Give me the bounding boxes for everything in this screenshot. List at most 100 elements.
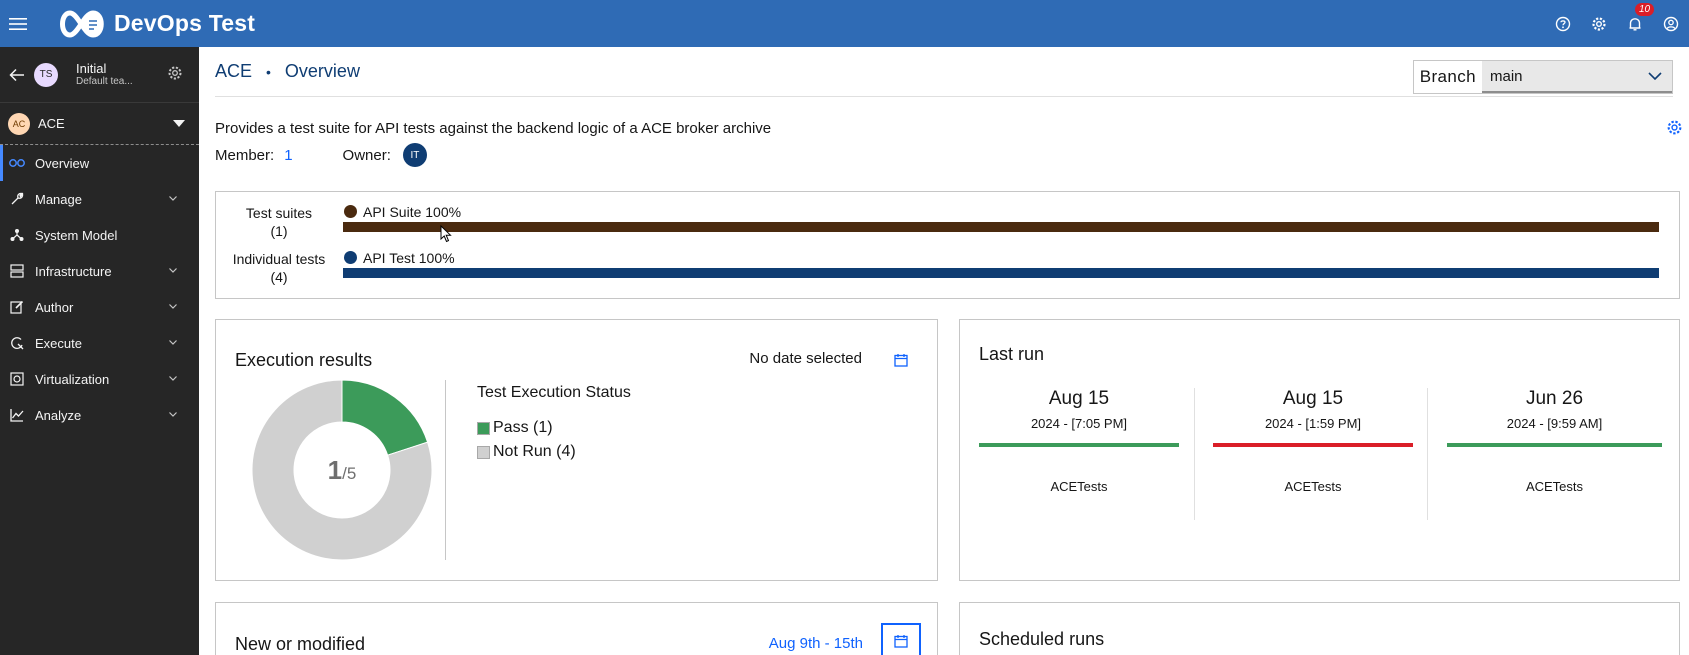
branch-dropdown[interactable]: main <box>1482 61 1672 93</box>
team-settings-icon[interactable] <box>167 65 183 81</box>
calendar-icon[interactable] <box>881 623 921 655</box>
nav-item-manage[interactable]: Manage <box>0 181 199 217</box>
member-count-link[interactable]: 1 <box>284 147 292 164</box>
app-logo[interactable]: DevOps Test <box>56 7 255 41</box>
nav-label: Author <box>35 299 74 315</box>
chevron-down-icon <box>169 340 177 345</box>
top-bar: DevOps Test 10 <box>0 0 1689 47</box>
branch-label: Branch <box>1413 61 1482 93</box>
run-status-bar <box>979 443 1179 447</box>
analyze-icon <box>9 407 25 423</box>
main-content: ACE • Overview Branch main Provides a te… <box>199 47 1689 655</box>
suites-legend-text: API Suite 100% <box>363 204 462 220</box>
nav-item-system-model[interactable]: System Model <box>0 217 199 253</box>
project-name: ACE <box>38 116 65 131</box>
chevron-down-icon <box>169 196 177 201</box>
nav-item-author[interactable]: Author <box>0 289 199 325</box>
legend-swatch <box>477 421 490 435</box>
settings-icon[interactable] <box>1581 0 1617 47</box>
nav-label: Virtualization <box>35 371 110 387</box>
sidebar: TS Initial Default tea... AC ACE Overvie… <box>0 47 199 655</box>
tests-label: Individual tests (4) <box>216 250 342 286</box>
nav-label: Execute <box>35 335 82 351</box>
nav-item-analyze[interactable]: Analyze <box>0 397 199 433</box>
user-profile-icon[interactable] <box>1653 0 1689 47</box>
notification-badge: 10 <box>1635 3 1655 16</box>
model-icon <box>9 227 25 243</box>
divider <box>445 380 446 560</box>
project-settings-icon[interactable] <box>1666 119 1683 136</box>
date-range-link[interactable]: Aug 9th - 15th <box>769 635 863 652</box>
owner-label: Owner: <box>342 146 391 164</box>
notifications-icon[interactable]: 10 <box>1617 0 1655 47</box>
tests-bar-fill[interactable] <box>343 268 1659 278</box>
chevron-down-icon <box>169 376 177 381</box>
nav-label: System Model <box>35 227 118 243</box>
new-modified-card: New or modified Aug 9th - 15th <box>215 602 938 655</box>
breadcrumb-separator: • <box>266 63 271 80</box>
chevron-down-icon <box>169 412 177 417</box>
suites-legend-dot <box>344 205 357 218</box>
suites-label-count: (1) <box>270 223 288 239</box>
back-arrow-icon[interactable] <box>0 68 34 82</box>
owner-avatar[interactable]: IT <box>402 143 427 167</box>
run-item[interactable]: Jun 26 2024 - [9:59 AM] ACETests <box>1447 388 1662 494</box>
nav-item-overview[interactable]: Overview <box>0 145 199 181</box>
suites-label: Test suites (1) <box>216 204 342 240</box>
suites-bar-fill[interactable] <box>343 222 1659 232</box>
new-modified-title: New or modified <box>235 634 366 654</box>
composition-card: Test suites (1) API Suite 100% Individua… <box>215 191 1680 299</box>
run-name: ACETests <box>1525 479 1584 494</box>
nav-label: Analyze <box>35 407 82 423</box>
scheduled-runs-title: Scheduled runs <box>979 629 1105 649</box>
run-time: 2024 - [7:05 PM] <box>1030 416 1128 431</box>
branch-value: main <box>1490 68 1523 85</box>
tests-bar-track <box>343 268 1659 278</box>
project-description: Provides a test suite for API tests agai… <box>215 120 772 137</box>
virtualization-icon <box>9 371 25 387</box>
divider <box>1427 388 1428 520</box>
legend-item-pass[interactable]: Pass (1) <box>477 419 553 437</box>
nav-label: Overview <box>35 155 90 171</box>
run-name: ACETests <box>1050 479 1108 494</box>
tests-label-count: (4) <box>270 269 288 285</box>
infinity-logo-icon <box>60 9 104 38</box>
app-title: DevOps Test <box>114 10 256 36</box>
legend-swatch <box>477 445 490 459</box>
donut-center-number: 1 <box>327 454 343 485</box>
run-time: 2024 - [1:59 PM] <box>1264 416 1362 431</box>
calendar-icon[interactable] <box>881 342 921 378</box>
nav-label: Manage <box>35 191 82 207</box>
scheduled-runs-card: Scheduled runs <box>959 602 1680 655</box>
suites-label-title: Test suites <box>245 205 313 221</box>
infrastructure-icon <box>9 263 25 279</box>
run-item[interactable]: Aug 15 2024 - [7:05 PM] ACETests <box>979 388 1179 494</box>
legend-label: Pass (1) <box>493 419 553 436</box>
nav-item-infrastructure[interactable]: Infrastructure <box>0 253 199 289</box>
tests-legend-dot <box>344 251 357 264</box>
nav-label: Infrastructure <box>35 263 112 279</box>
divider <box>1194 388 1195 520</box>
chevron-down-icon <box>169 304 177 309</box>
nav-item-virtualization[interactable]: Virtualization <box>0 361 199 397</box>
donut-center-label: 1 /5 <box>252 380 432 560</box>
team-name: Initial <box>76 60 107 76</box>
edit-icon <box>9 299 25 315</box>
legend-item-not-run[interactable]: Not Run (4) <box>477 443 576 461</box>
legend-label: Not Run (4) <box>493 443 576 460</box>
nav-item-execute[interactable]: Execute <box>0 325 199 361</box>
project-avatar: AC <box>8 112 30 135</box>
help-icon[interactable] <box>1545 0 1581 47</box>
last-run-card: Last run Aug 15 2024 - [7:05 PM] ACETest… <box>959 319 1680 581</box>
project-meta: Member: 1 Owner: IT <box>215 143 427 167</box>
menu-icon[interactable] <box>0 0 36 47</box>
run-date: Aug 15 <box>1282 388 1344 409</box>
project-selector[interactable]: AC ACE <box>0 103 199 145</box>
run-date: Aug 15 <box>1048 388 1110 409</box>
member-label: Member: <box>215 146 275 164</box>
run-item[interactable]: Aug 15 2024 - [1:59 PM] ACETests <box>1213 388 1413 494</box>
run-date: Jun 26 <box>1525 388 1584 409</box>
status-legend-title: Test Execution Status <box>477 384 631 401</box>
breadcrumb-project[interactable]: ACE <box>215 61 252 82</box>
caret-down-icon[interactable] <box>173 120 185 127</box>
